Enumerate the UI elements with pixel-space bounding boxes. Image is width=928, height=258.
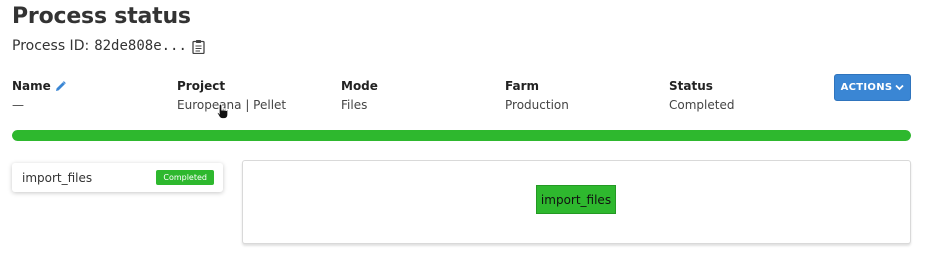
clipboard-icon[interactable] (192, 39, 205, 54)
task-name: import_files (22, 170, 93, 185)
field-name-header: Name (12, 78, 66, 94)
process-status-page: Process status Process ID: 82de808e... N… (0, 0, 928, 258)
actions-button-label: ACTIONS (840, 82, 893, 93)
chevron-down-icon (895, 83, 905, 92)
field-name: Name — (12, 78, 66, 114)
field-mode-value: Files (341, 98, 368, 112)
progress-bar-fill (12, 130, 911, 141)
field-project: Project Europeana | Pellet (177, 78, 286, 114)
process-id-row: Process ID: 82de808e... (12, 38, 205, 54)
field-mode-label: Mode (341, 79, 378, 93)
field-status-label: Status (669, 79, 713, 93)
field-farm: Farm Production (505, 78, 569, 114)
field-farm-label: Farm (505, 79, 540, 93)
workflow-graph-panel: import_files (242, 160, 911, 244)
process-id-value: 82de808e... (94, 38, 187, 54)
field-mode: Mode Files (341, 78, 378, 114)
field-project-label: Project (177, 79, 226, 93)
progress-bar (12, 130, 911, 141)
status-badge: Completed (156, 170, 214, 185)
task-card-import-files[interactable]: import_files Completed (12, 163, 223, 192)
graph-node-import-files[interactable]: import_files (536, 185, 616, 214)
field-status-value: Completed (669, 98, 735, 112)
field-name-value: — (12, 98, 24, 112)
field-status: Status Completed (669, 78, 734, 114)
field-project-value: Europeana | Pellet (177, 98, 287, 112)
actions-dropdown-button[interactable]: ACTIONS (834, 74, 911, 101)
process-id-label: Process ID: (12, 38, 90, 54)
pencil-icon[interactable] (55, 80, 66, 92)
field-name-label: Name (12, 79, 51, 93)
field-farm-value: Production (505, 98, 569, 112)
hand-cursor-icon (216, 103, 230, 120)
page-title: Process status (12, 4, 191, 29)
